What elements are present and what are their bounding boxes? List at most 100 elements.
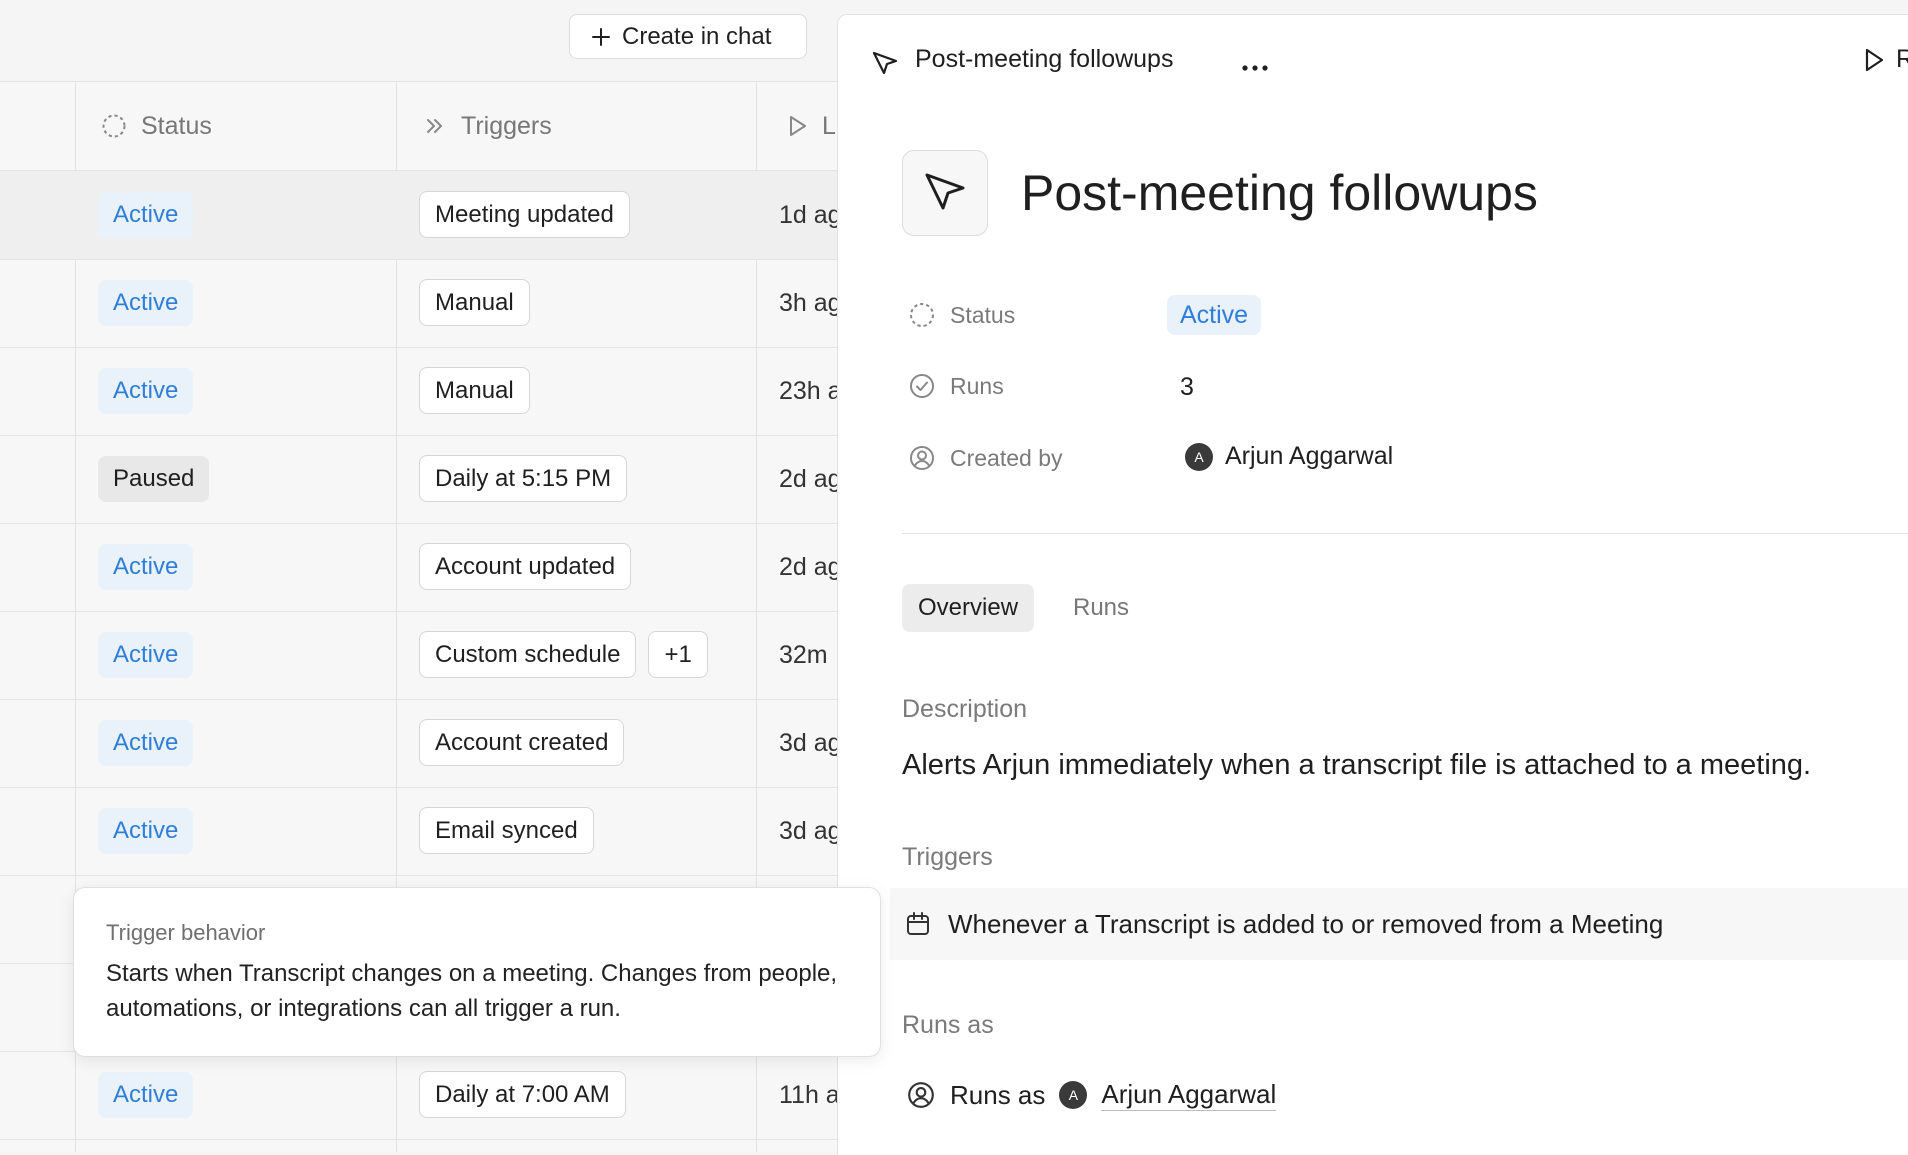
triggers-label: Triggers — [902, 843, 993, 871]
created-by-name: Arjun Aggarwal — [1225, 442, 1394, 470]
created-by-property-label: Created by — [908, 444, 1063, 472]
description-text[interactable]: Alerts Arjun immediately when a transcri… — [902, 749, 1811, 782]
last-run-cell: 2d ag — [779, 553, 842, 581]
column-header-last-run-label: L — [822, 111, 836, 140]
runs-as-user[interactable]: Arjun Aggarwal — [1101, 1079, 1277, 1111]
column-header-last-run[interactable]: L — [786, 82, 836, 170]
created-by-user[interactable]: A Arjun Aggarwal — [1185, 442, 1393, 471]
avatar: A — [1059, 1081, 1088, 1109]
trigger-chips: Daily at 7:00 AM — [419, 1071, 626, 1118]
runs-property-label: Runs — [908, 372, 1004, 400]
trigger-chips: Account updated — [419, 543, 632, 590]
table-row[interactable]: Active Account updated 2d ag — [0, 523, 842, 611]
column-header-triggers[interactable]: Triggers — [423, 82, 552, 170]
status-badge[interactable]: Active — [98, 192, 194, 238]
automation-icon — [902, 150, 988, 236]
runs-count: 3 — [1180, 373, 1194, 401]
trigger-chip[interactable]: Manual — [419, 367, 530, 414]
trigger-chip[interactable]: Meeting updated — [419, 191, 630, 238]
run-button-label: R — [1896, 45, 1908, 74]
row-divider — [0, 1139, 840, 1140]
status-badge[interactable]: Active — [98, 544, 194, 590]
dashed-circle-icon — [102, 114, 126, 138]
more-triggers-chip[interactable]: +1 — [648, 631, 708, 678]
avatar: A — [1185, 442, 1213, 471]
table-row[interactable]: Active Manual 3h ag — [0, 259, 842, 347]
created-by-label-text: Created by — [950, 444, 1063, 471]
trigger-chips: Account created — [419, 719, 625, 766]
trigger-chip[interactable]: Custom schedule — [419, 631, 637, 678]
column-header-status[interactable]: Status — [101, 82, 212, 170]
status-label-text: Status — [950, 301, 1016, 328]
table-row[interactable]: Active Manual 23h a — [0, 347, 842, 435]
runs-as-prefix: Runs as — [950, 1079, 1046, 1110]
last-run-cell: 23h a — [779, 377, 842, 405]
trigger-chips: Custom schedule +1 — [419, 631, 708, 678]
table-row[interactable]: Active Email synced 3d ag — [0, 787, 842, 875]
tab-overview[interactable]: Overview — [902, 584, 1035, 632]
status-badge[interactable]: Active — [98, 368, 194, 414]
trigger-behavior-tooltip: Trigger behavior Starts when Transcript … — [73, 887, 881, 1057]
table-row[interactable]: Active Account created 3d ag — [0, 699, 842, 787]
status-property-label: Status — [908, 301, 1015, 329]
trigger-chips: Manual — [419, 279, 530, 326]
trigger-chips: Daily at 5:15 PM — [419, 455, 628, 502]
cursor-arrow-icon — [872, 51, 898, 75]
trigger-chip[interactable]: Manual — [419, 279, 530, 326]
calendar-icon — [907, 912, 929, 935]
automation-title: Post-meeting followups — [1021, 165, 1538, 221]
trigger-item[interactable]: Whenever a Transcript is added to or rem… — [890, 888, 1908, 960]
status-badge[interactable]: Active — [1167, 295, 1262, 335]
dashed-circle-icon — [910, 303, 934, 327]
last-run-cell: 11h a — [779, 1081, 840, 1109]
status-badge[interactable]: Active — [98, 632, 194, 678]
status-badge[interactable]: Active — [98, 720, 194, 766]
trigger-chip[interactable]: Account created — [419, 719, 625, 766]
user-circle-icon — [908, 1082, 934, 1108]
trigger-item-text: Whenever a Transcript is added to or rem… — [948, 908, 1664, 939]
trigger-chip[interactable]: Email synced — [419, 807, 594, 854]
status-badge[interactable]: Active — [98, 1072, 194, 1118]
more-icon[interactable] — [1240, 58, 1270, 78]
trigger-chip[interactable]: Daily at 7:00 AM — [419, 1071, 626, 1118]
runs-as-label: Runs as — [902, 1011, 994, 1039]
trigger-chips: Email synced — [419, 807, 594, 854]
status-badge[interactable]: Active — [98, 280, 194, 326]
table-row[interactable]: Paused Daily at 5:15 PM 2d ag — [0, 435, 842, 523]
column-header-triggers-label: Triggers — [461, 111, 552, 140]
table-row[interactable]: Active Custom schedule +1 32m — [0, 611, 840, 699]
table-row[interactable]: Active Daily at 7:00 AM 11h a — [0, 1051, 840, 1139]
status-badge[interactable]: Paused — [98, 456, 210, 502]
create-in-chat-label: Create in chat — [622, 22, 772, 50]
last-run-cell: 32m — [779, 641, 828, 669]
tooltip-title: Trigger behavior — [106, 920, 266, 945]
last-run-cell: 1d ag — [779, 201, 842, 229]
create-in-chat-button[interactable]: Create in chat — [569, 14, 807, 59]
trigger-chip[interactable]: Daily at 5:15 PM — [419, 455, 628, 502]
cursor-arrow-icon — [925, 173, 965, 210]
status-badge[interactable]: Active — [98, 808, 194, 854]
panel-breadcrumb-title: Post-meeting followups — [915, 45, 1174, 73]
section-divider — [902, 533, 1908, 534]
play-icon — [790, 116, 806, 136]
column-header-status-label: Status — [141, 111, 212, 140]
last-run-cell: 3d ag — [779, 729, 842, 757]
trigger-chips: Manual — [419, 367, 530, 414]
tab-runs[interactable]: Runs — [1073, 584, 1129, 632]
plus-icon — [592, 27, 610, 46]
runs-as-row: Runs as A Arjun Aggarwal — [906, 1079, 1277, 1111]
automation-detail-panel: Post-meeting followups R Post-meeting fo… — [837, 14, 1908, 1155]
chevrons-right-icon — [427, 119, 442, 133]
runs-label-text: Runs — [950, 372, 1004, 399]
trigger-chip[interactable]: Account updated — [419, 543, 632, 590]
last-run-cell: 2d ag — [779, 465, 842, 493]
trigger-chips: Meeting updated — [419, 191, 630, 238]
tooltip-body: Starts when Transcript changes on a meet… — [106, 960, 838, 1022]
last-run-cell: 3d ag — [779, 817, 842, 845]
play-icon — [1865, 48, 1884, 71]
run-button[interactable]: R — [1862, 45, 1908, 74]
check-circle-icon — [910, 374, 934, 398]
user-circle-icon — [910, 446, 934, 470]
table-row[interactable]: Active Meeting updated 1d ag — [0, 171, 842, 259]
description-label: Description — [902, 695, 1028, 723]
